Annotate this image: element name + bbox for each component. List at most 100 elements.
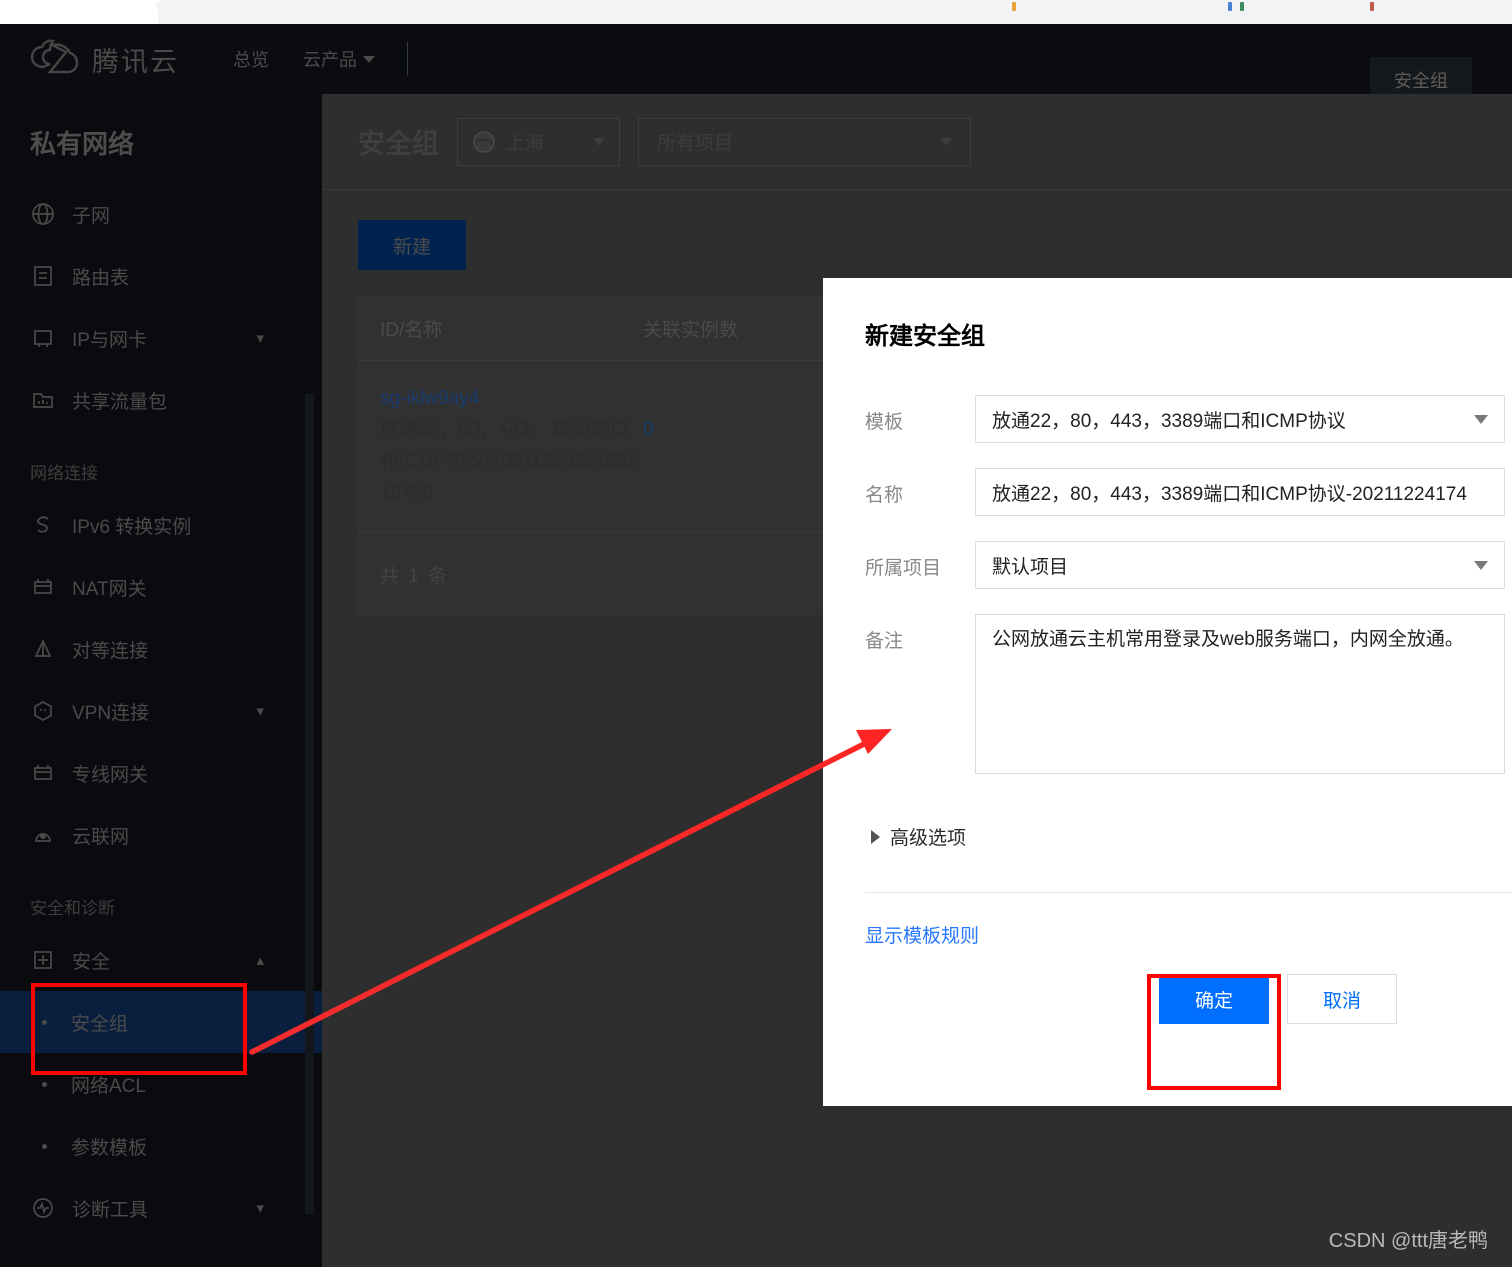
sidebar-item-shared-bandwidth-label: 共享流量包 [72, 391, 168, 413]
toolbar-icon-2 [1228, 2, 1232, 11]
sidebar-item-vpn-label: VPN连接 [72, 702, 150, 724]
browser-tab-strip [0, 0, 1512, 24]
confirm-button[interactable]: 确定 [1159, 974, 1269, 1024]
sidebar-item-vpn[interactable]: VPN连接 ▾ [0, 680, 322, 742]
topnav-divider [407, 42, 408, 76]
tencent-cloud-logo-icon [30, 39, 80, 79]
topnav-link-products[interactable]: 云产品 [303, 46, 375, 72]
chevron-down-icon: ▾ [256, 703, 264, 720]
sidebar-item-network-acl[interactable]: 网络ACL [0, 1053, 322, 1115]
template-select-value: 放通22，80，443，3389端口和ICMP协议 [992, 410, 1346, 432]
chevron-down-icon [940, 137, 952, 146]
sidebar-item-network-acl-label: 网络ACL [71, 1075, 146, 1097]
name-input-value: 放通22，80，443，3389端口和ICMP协议-20211224174 [992, 483, 1467, 505]
project-field-label: 所属项目 [865, 558, 942, 579]
page-header: 安全组 上海 所有项目 [322, 94, 1512, 190]
project-filter-value: 所有项目 [657, 133, 734, 154]
region-selector[interactable]: 上海 [457, 117, 620, 166]
sidebar-item-diagnostic-tools-label: 诊断工具 [72, 1199, 149, 1221]
region-selector-value: 上海 [506, 133, 545, 154]
chart-folder-icon [30, 387, 56, 413]
sidebar-item-peering[interactable]: 对等连接 [0, 618, 322, 680]
sidebar-scrollbar[interactable] [305, 394, 314, 1214]
dialog-form: 模板 放通22，80，443，3389端口和ICMP协议 名称 放通22，80，… [823, 351, 1512, 774]
sidebar-item-direct-connect-gateway[interactable]: 专线网关 [0, 742, 322, 804]
sidebar-item-diagnostic-tools[interactable]: 诊断工具 ▾ [0, 1177, 322, 1239]
column-header-id-name: ID/名称 [380, 319, 443, 341]
sidebar-item-parameter-template[interactable]: 参数模板 [0, 1115, 322, 1177]
toolbar-icon-1 [1012, 2, 1016, 11]
sidebar-item-subnet-label: 子网 [72, 205, 111, 227]
globe-icon [30, 201, 56, 227]
sidebar-group-security: 安全和诊断 [30, 899, 115, 918]
remark-field-label: 备注 [865, 631, 904, 652]
sidebar-item-cloud-connect[interactable]: 云联网 [0, 804, 322, 866]
project-select[interactable]: 默认项目 [975, 541, 1505, 589]
sidebar-item-security[interactable]: 安全 ▴ [0, 929, 322, 991]
toolbar-icon-3 [1240, 2, 1244, 11]
sidebar-item-security-label: 安全 [72, 951, 111, 973]
chevron-down-icon: ▾ [256, 330, 264, 347]
shield-plus-icon [30, 947, 56, 973]
name-input[interactable]: 放通22，80，443，3389端口和ICMP协议-20211224174 [975, 468, 1505, 516]
sidebar-item-ip-nic[interactable]: IP与网卡 ▾ [0, 307, 322, 369]
app-root: 腾讯云 总览 云产品 安全组 私有网络 子网 路由表 IP与网卡 ▾ 共享流量包… [0, 0, 1512, 1267]
sidebar-item-security-group-label: 安全组 [71, 1013, 129, 1035]
sidebar-item-security-group[interactable]: 安全组 [0, 991, 322, 1053]
brand-name: 腾讯云 [92, 46, 179, 77]
bullet-icon [42, 1019, 47, 1025]
sidebar-item-direct-connect-gateway-label: 专线网关 [72, 764, 149, 786]
page-title: 安全组 [358, 129, 439, 159]
toolbar-icon-4 [1370, 2, 1374, 11]
security-group-id-link[interactable]: sg-iklw9ay4 [380, 383, 643, 414]
sidebar-title: 私有网络 [30, 129, 135, 159]
topnav-links: 总览 云产品 [233, 46, 375, 72]
gateway-icon [30, 760, 56, 786]
chevron-down-icon [593, 137, 605, 146]
name-field-label: 名称 [865, 485, 904, 506]
cancel-button[interactable]: 取消 [1287, 974, 1397, 1024]
sidebar-item-parameter-template-label: 参数模板 [71, 1137, 148, 1159]
advanced-options-toggle[interactable]: 高级选项 [823, 799, 1512, 850]
sidebar-item-nat-gateway[interactable]: NAT网关 [0, 556, 322, 618]
topnav-link-overview-label: 总览 [233, 50, 269, 70]
triangle-right-icon [871, 829, 880, 844]
cell-id-name: sg-iklw9ay4 放通22，80，443，3389端口和ICMP协议-20… [358, 383, 643, 508]
watermark: CSDN @ttt唐老鸭 [1328, 1230, 1488, 1252]
form-row-project: 所属项目 默认项目 [865, 541, 1512, 589]
top-navigation-bar: 腾讯云 总览 云产品 安全组 [0, 24, 1512, 103]
bullet-icon [42, 1081, 47, 1087]
remark-textarea[interactable]: 公网放通云主机常用登录及web服务端口，内网全放通。 [975, 614, 1505, 774]
sidebar-item-ip-nic-label: IP与网卡 [72, 329, 147, 351]
pulse-icon [30, 1195, 56, 1221]
topnav-link-overview[interactable]: 总览 [233, 46, 269, 72]
create-security-group-button[interactable]: 新建 [358, 220, 466, 270]
chevron-down-icon [363, 55, 375, 63]
template-select[interactable]: 放通22，80，443，3389端口和ICMP协议 [975, 395, 1505, 443]
cloud-connect-icon [30, 822, 56, 848]
s-hex-icon [30, 512, 56, 538]
sidebar-item-peering-label: 对等连接 [72, 640, 149, 662]
sidebar-item-ipv6[interactable]: IPv6 转换实例 [0, 494, 322, 556]
sidebar: 私有网络 子网 路由表 IP与网卡 ▾ 共享流量包 网络连接 IPv6 转换实例… [0, 94, 322, 1267]
dialog-title: 新建安全组 [865, 323, 985, 350]
show-template-rules-link[interactable]: 显示模板规则 [823, 893, 979, 948]
sidebar-item-subnet[interactable]: 子网 [0, 183, 322, 245]
region-globe-icon [472, 130, 496, 154]
project-filter-selector[interactable]: 所有项目 [638, 117, 971, 166]
template-field-label: 模板 [865, 412, 904, 433]
sidebar-item-route-table[interactable]: 路由表 [0, 245, 322, 307]
security-group-name: 放通22，80，443，3389端口和ICMP协议-20211223221852… [380, 419, 638, 504]
brand-logo-area[interactable]: 腾讯云 [30, 39, 179, 79]
sidebar-item-ipv6-label: IPv6 转换实例 [72, 516, 192, 538]
chip-icon [30, 325, 56, 351]
sidebar-item-shared-bandwidth[interactable]: 共享流量包 [0, 369, 322, 431]
sidebar-item-cloud-connect-label: 云联网 [72, 826, 130, 848]
chevron-down-icon: ▾ [256, 1200, 264, 1217]
browser-active-tab[interactable] [0, 0, 158, 24]
vpn-icon [30, 698, 56, 724]
create-security-group-dialog: 新建安全组 模板 放通22，80，443，3389端口和ICMP协议 名称 放通… [823, 278, 1512, 1106]
peering-icon [30, 636, 56, 662]
sidebar-group-network: 网络连接 [30, 464, 98, 483]
document-icon [30, 263, 56, 289]
